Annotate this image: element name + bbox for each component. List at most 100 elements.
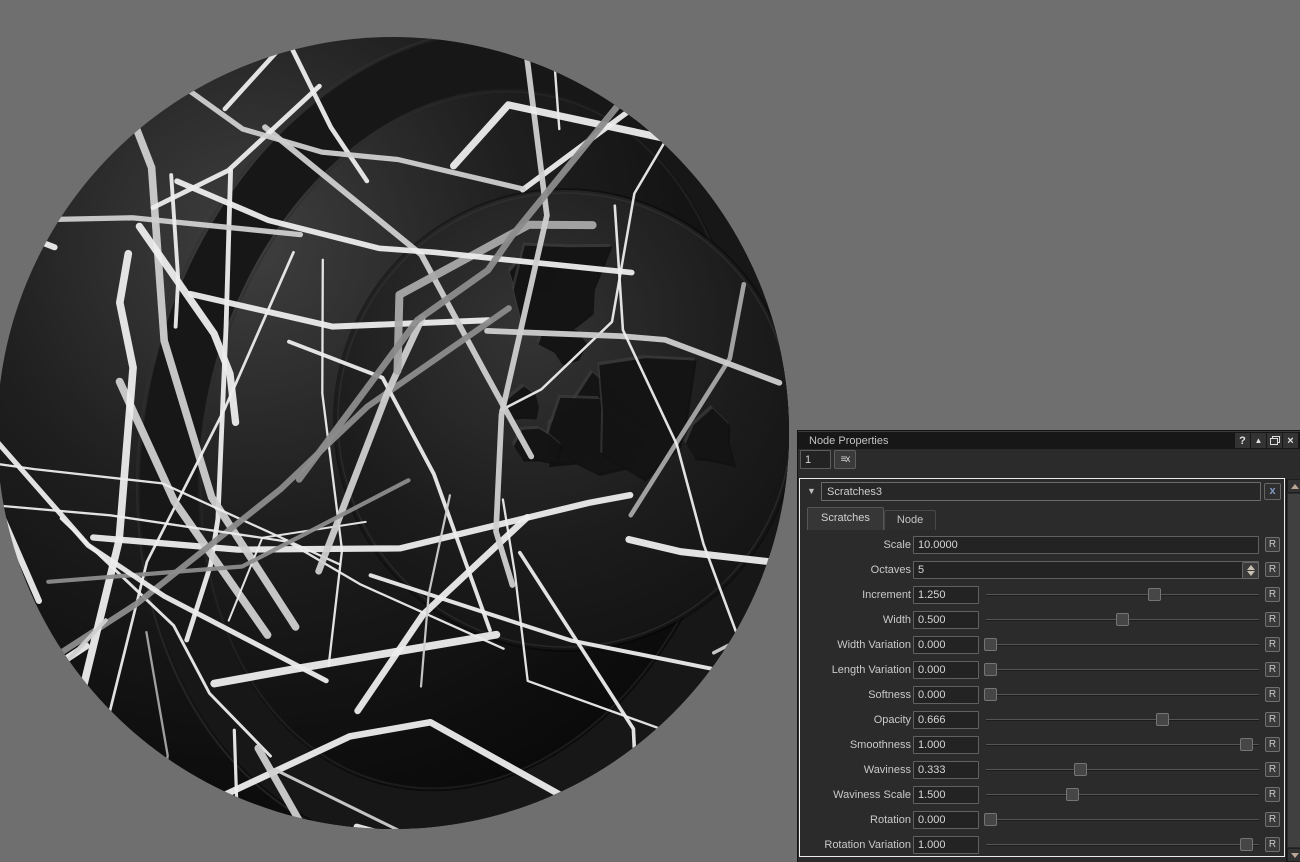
slider-handle[interactable] xyxy=(1240,738,1253,751)
panel-toolbar: ≡x xyxy=(798,449,1300,478)
slider-handle[interactable] xyxy=(1116,613,1129,626)
slider-track[interactable] xyxy=(986,769,1259,771)
param-value-field[interactable] xyxy=(913,586,979,604)
param-label: Increment xyxy=(800,589,911,601)
param-row: Rotation R xyxy=(800,808,1284,833)
param-slider[interactable] xyxy=(984,736,1261,754)
slider-track[interactable] xyxy=(986,594,1259,596)
param-label: Width xyxy=(800,614,911,626)
param-row: Rotation Variation R xyxy=(800,833,1284,857)
slider-handle[interactable] xyxy=(1156,713,1169,726)
param-value-field[interactable] xyxy=(913,711,979,729)
param-label: Length Variation xyxy=(800,664,911,676)
param-slider[interactable] xyxy=(984,586,1261,604)
slider-track[interactable] xyxy=(986,669,1259,671)
tab-bar: Scratches Node xyxy=(807,506,936,530)
panel-titlebar[interactable]: Node Properties ? ▲ × xyxy=(798,431,1300,449)
param-row: Width R xyxy=(800,608,1284,633)
node-close-icon[interactable]: x xyxy=(1264,483,1281,500)
param-slider[interactable] xyxy=(984,686,1261,704)
param-value-field[interactable] xyxy=(913,786,979,804)
param-slider[interactable] xyxy=(984,836,1261,854)
param-label: Rotation xyxy=(800,814,911,826)
reset-button[interactable]: R xyxy=(1265,562,1280,577)
tab-scratches[interactable]: Scratches xyxy=(807,507,884,530)
application-window: Node Properties ? ▲ × ≡x ▼ x Scratches N… xyxy=(0,0,1300,862)
param-row: Increment R xyxy=(800,583,1284,608)
slider-track[interactable] xyxy=(986,744,1259,746)
reset-button[interactable]: R xyxy=(1265,812,1280,827)
reset-button[interactable]: R xyxy=(1265,712,1280,727)
param-slider[interactable] xyxy=(984,636,1261,654)
param-value-field[interactable] xyxy=(913,686,979,704)
node-editor-box: ▼ x Scratches Node ScaleROctavesRIncreme… xyxy=(799,478,1285,857)
param-value-field[interactable] xyxy=(913,811,979,829)
param-value-field[interactable] xyxy=(913,836,979,854)
param-label: Scale xyxy=(800,539,911,551)
tab-node[interactable]: Node xyxy=(884,510,936,530)
slider-track[interactable] xyxy=(986,644,1259,646)
param-label: Waviness Scale xyxy=(800,789,911,801)
close-icon[interactable]: × xyxy=(1283,433,1298,448)
param-value-field[interactable] xyxy=(913,736,979,754)
param-value-field[interactable] xyxy=(913,561,1259,579)
param-value-field[interactable] xyxy=(913,661,979,679)
node-index-input[interactable] xyxy=(800,450,831,469)
param-label: Smoothness xyxy=(800,739,911,751)
slider-track[interactable] xyxy=(986,794,1259,796)
help-icon[interactable]: ? xyxy=(1235,433,1250,448)
triangle-down-icon xyxy=(1291,853,1299,858)
param-slider[interactable] xyxy=(984,811,1261,829)
node-header: ▼ x xyxy=(800,481,1284,503)
spinner-control[interactable] xyxy=(1242,562,1259,579)
slider-handle[interactable] xyxy=(984,688,997,701)
param-slider[interactable] xyxy=(984,611,1261,629)
param-row: Octaves R xyxy=(800,558,1284,583)
param-label: Rotation Variation xyxy=(800,839,911,851)
chevron-down-icon[interactable]: ▼ xyxy=(807,486,816,496)
scrollbar-thumb[interactable] xyxy=(1287,493,1300,848)
reset-button[interactable]: R xyxy=(1265,637,1280,652)
spinner-up-icon xyxy=(1247,565,1255,570)
reset-button[interactable]: R xyxy=(1265,537,1280,552)
param-value-field[interactable] xyxy=(913,761,979,779)
node-name-input[interactable] xyxy=(821,482,1261,501)
reset-button[interactable]: R xyxy=(1265,687,1280,702)
reset-button[interactable]: R xyxy=(1265,612,1280,627)
slider-handle[interactable] xyxy=(1240,838,1253,851)
param-label: Softness xyxy=(800,689,911,701)
reset-button[interactable]: R xyxy=(1265,587,1280,602)
slider-handle[interactable] xyxy=(984,813,997,826)
scroll-down-button[interactable] xyxy=(1287,848,1300,862)
param-label: Octaves xyxy=(800,564,911,576)
restore-icon[interactable] xyxy=(1267,433,1282,448)
slider-track[interactable] xyxy=(986,844,1259,846)
param-slider[interactable] xyxy=(984,761,1261,779)
reset-button[interactable]: R xyxy=(1265,737,1280,752)
param-slider[interactable] xyxy=(984,786,1261,804)
reset-button[interactable]: R xyxy=(1265,762,1280,777)
slider-track[interactable] xyxy=(986,694,1259,696)
slider-track[interactable] xyxy=(986,819,1259,821)
scroll-up-button[interactable] xyxy=(1287,479,1300,493)
slider-handle[interactable] xyxy=(1066,788,1079,801)
reset-button[interactable]: R xyxy=(1265,837,1280,852)
slider-handle[interactable] xyxy=(1074,763,1087,776)
slider-handle[interactable] xyxy=(1148,588,1161,601)
vertical-scrollbar[interactable] xyxy=(1286,479,1300,862)
reset-button[interactable]: R xyxy=(1265,662,1280,677)
param-row: Scale R xyxy=(800,533,1284,558)
slider-handle[interactable] xyxy=(984,663,997,676)
collapse-icon[interactable]: ▲ xyxy=(1251,433,1266,448)
param-value-field[interactable] xyxy=(913,611,979,629)
slider-handle[interactable] xyxy=(984,638,997,651)
param-value-field[interactable] xyxy=(913,636,979,654)
expression-icon[interactable]: ≡x xyxy=(834,450,856,469)
param-slider[interactable] xyxy=(984,661,1261,679)
param-value-field[interactable] xyxy=(913,536,1259,554)
param-row: Waviness Scale R xyxy=(800,783,1284,808)
slider-track[interactable] xyxy=(986,719,1259,721)
param-slider[interactable] xyxy=(984,711,1261,729)
param-row: Softness R xyxy=(800,683,1284,708)
reset-button[interactable]: R xyxy=(1265,787,1280,802)
